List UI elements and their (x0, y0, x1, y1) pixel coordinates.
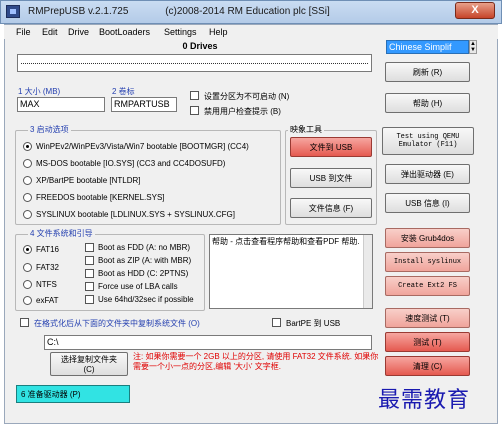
usb-info-button[interactable]: USB 信息 (I) (385, 193, 470, 213)
no-boot-label: 设置分区为不可启动 (N) (204, 92, 290, 101)
menu-help[interactable]: Help (209, 27, 228, 37)
watermark-text: 最需教育 (378, 388, 471, 413)
file-info-button[interactable]: 文件信息 (F) (290, 198, 372, 218)
boot-option-label: MS-DOS bootable [IO.SYS] (CC3 and CC4DOS… (36, 159, 226, 168)
boot-option-label: SYSLINUX bootable [LDLINUX.SYS + SYSLINU… (36, 210, 235, 219)
boot-option-radio-xp[interactable] (23, 176, 32, 185)
eject-drive-button[interactable]: 弹出驱动器 (E) (385, 164, 470, 184)
fs-radio-exfat[interactable] (23, 296, 32, 305)
volume-input[interactable]: RMPARTUSB (111, 97, 177, 112)
boot-option-label: WinPEv2/WinPEv3/Vista/Win7 bootable [BOO… (36, 142, 249, 151)
install-syslinux-button[interactable]: Install syslinux (385, 252, 470, 272)
drive-list[interactable] (17, 54, 372, 72)
boot-check-label: Boot as HDD (C: 2PTNS) (98, 269, 189, 278)
usb-to-file-button[interactable]: USB 到文件 (290, 168, 372, 188)
fs-radio-ntfs[interactable] (23, 280, 32, 289)
size-input[interactable]: MAX (17, 97, 105, 112)
boot-check-label: Use 64hd/32sec if possible (98, 295, 194, 304)
help-button[interactable]: 帮助 (H) (385, 93, 470, 113)
bartpe-checkbox[interactable] (272, 318, 281, 327)
window-title-text: RMPrepUSB v.2.1.725 (28, 6, 129, 17)
boot-check-label: Boot as ZIP (A: with MBR) (98, 256, 192, 265)
create-ext2-button[interactable]: Create Ext2 FS (385, 276, 470, 296)
bartpe-label: BartPE 到 USB (286, 319, 341, 328)
menu-settings[interactable]: Settings (164, 27, 197, 37)
note-text: 注: 如果你需要一个 2GB 以上的分区, 请使用 FAT32 文件系统. 如果… (133, 352, 379, 371)
boot-option-label: XP/BartPE bootable [NTLDR] (36, 176, 141, 185)
window-title: RMPrepUSB v.2.1.725 (c)2008-2014 RM Educ… (28, 6, 330, 17)
force-lba-checkbox[interactable] (85, 282, 94, 291)
choose-folder-label: 选择复制文件夹 (61, 355, 117, 364)
copy-files-label: 在格式化后从下面的文件夹中复制系统文件 (O) (34, 319, 200, 328)
image-tools-title: 映象工具 (288, 124, 324, 135)
boot-option-radio-msdos[interactable] (23, 159, 32, 168)
boot-hdd-checkbox[interactable] (85, 269, 94, 278)
boot-zip-checkbox[interactable] (85, 256, 94, 265)
window-copyright: (c)2008-2014 RM Education plc [SSi] (165, 6, 330, 17)
no-prompt-label: 禁用用户检查提示 (B) (204, 107, 281, 116)
boot-option-label: FREEDOS bootable [KERNEL.SYS] (36, 193, 165, 202)
boot-options-title: 3 启动选项 (28, 124, 71, 135)
install-grub4dos-button[interactable]: 安装 Grub4dos (385, 228, 470, 248)
fs-label: FAT16 (36, 245, 59, 254)
language-select[interactable]: Chinese Simplif (386, 40, 469, 54)
qemu-test-line1: Test using QEMU (396, 133, 460, 141)
copy-files-checkbox[interactable] (20, 318, 29, 327)
size-label: 1 大小 (MB) (18, 87, 61, 96)
drives-count-label: 0 Drives (182, 41, 218, 51)
fs-label: FAT32 (36, 263, 59, 272)
menu-bootloaders[interactable]: BootLoaders (99, 27, 150, 37)
help-text-box: 帮助 - 点击查看程序帮助和查看PDF 帮助. (209, 234, 373, 309)
menu-edit[interactable]: Edit (42, 27, 58, 37)
fs-label: NTFS (36, 280, 57, 289)
file-to-usb-button[interactable]: 文件到 USB (290, 137, 372, 157)
boot-option-radio-syslinux[interactable] (23, 210, 32, 219)
clean-button[interactable]: 清理 (C) (385, 356, 470, 376)
filesystem-title: 4 文件系统和引导 (28, 228, 95, 239)
qemu-test-line2: Emulator (F11) (398, 141, 458, 149)
no-boot-checkbox[interactable] (190, 91, 199, 100)
app-icon (6, 5, 20, 18)
boot-check-label: Force use of LBA calls (98, 282, 178, 291)
boot-option-radio-freedos[interactable] (23, 193, 32, 202)
use-64hd-checkbox[interactable] (85, 295, 94, 304)
prepare-drive-button[interactable]: 6 准备驱动器 (P) (16, 385, 130, 403)
boot-option-radio-winpe[interactable] (23, 142, 32, 151)
close-button[interactable]: X (455, 2, 495, 19)
fs-radio-fat32[interactable] (23, 263, 32, 272)
speed-test-button[interactable]: 速度测试 (T) (385, 308, 470, 328)
test-button[interactable]: 测试 (T) (385, 332, 470, 352)
no-prompt-checkbox[interactable] (190, 106, 199, 115)
boot-check-label: Boot as FDD (A: no MBR) (98, 243, 191, 252)
copy-path-input[interactable]: C:\ (44, 335, 372, 350)
fs-radio-fat16[interactable] (23, 245, 32, 254)
fs-label: exFAT (36, 296, 59, 305)
language-spinner-icon[interactable]: ▲ ▼ (469, 40, 477, 54)
choose-folder-shortcut: (C) (83, 365, 95, 374)
menu-bar: File Edit Drive BootLoaders Settings Hel… (4, 25, 498, 39)
volume-label: 2 卷标 (112, 87, 135, 96)
boot-fdd-checkbox[interactable] (85, 243, 94, 252)
help-scrollbar[interactable] (363, 235, 372, 308)
choose-folder-button[interactable]: 选择复制文件夹 (C) (50, 352, 128, 376)
refresh-button[interactable]: 刷新 (R) (385, 62, 470, 82)
qemu-test-button[interactable]: Test using QEMU Emulator (F11) (382, 127, 474, 155)
menu-drive[interactable]: Drive (68, 27, 89, 37)
menu-file[interactable]: File (16, 27, 31, 37)
